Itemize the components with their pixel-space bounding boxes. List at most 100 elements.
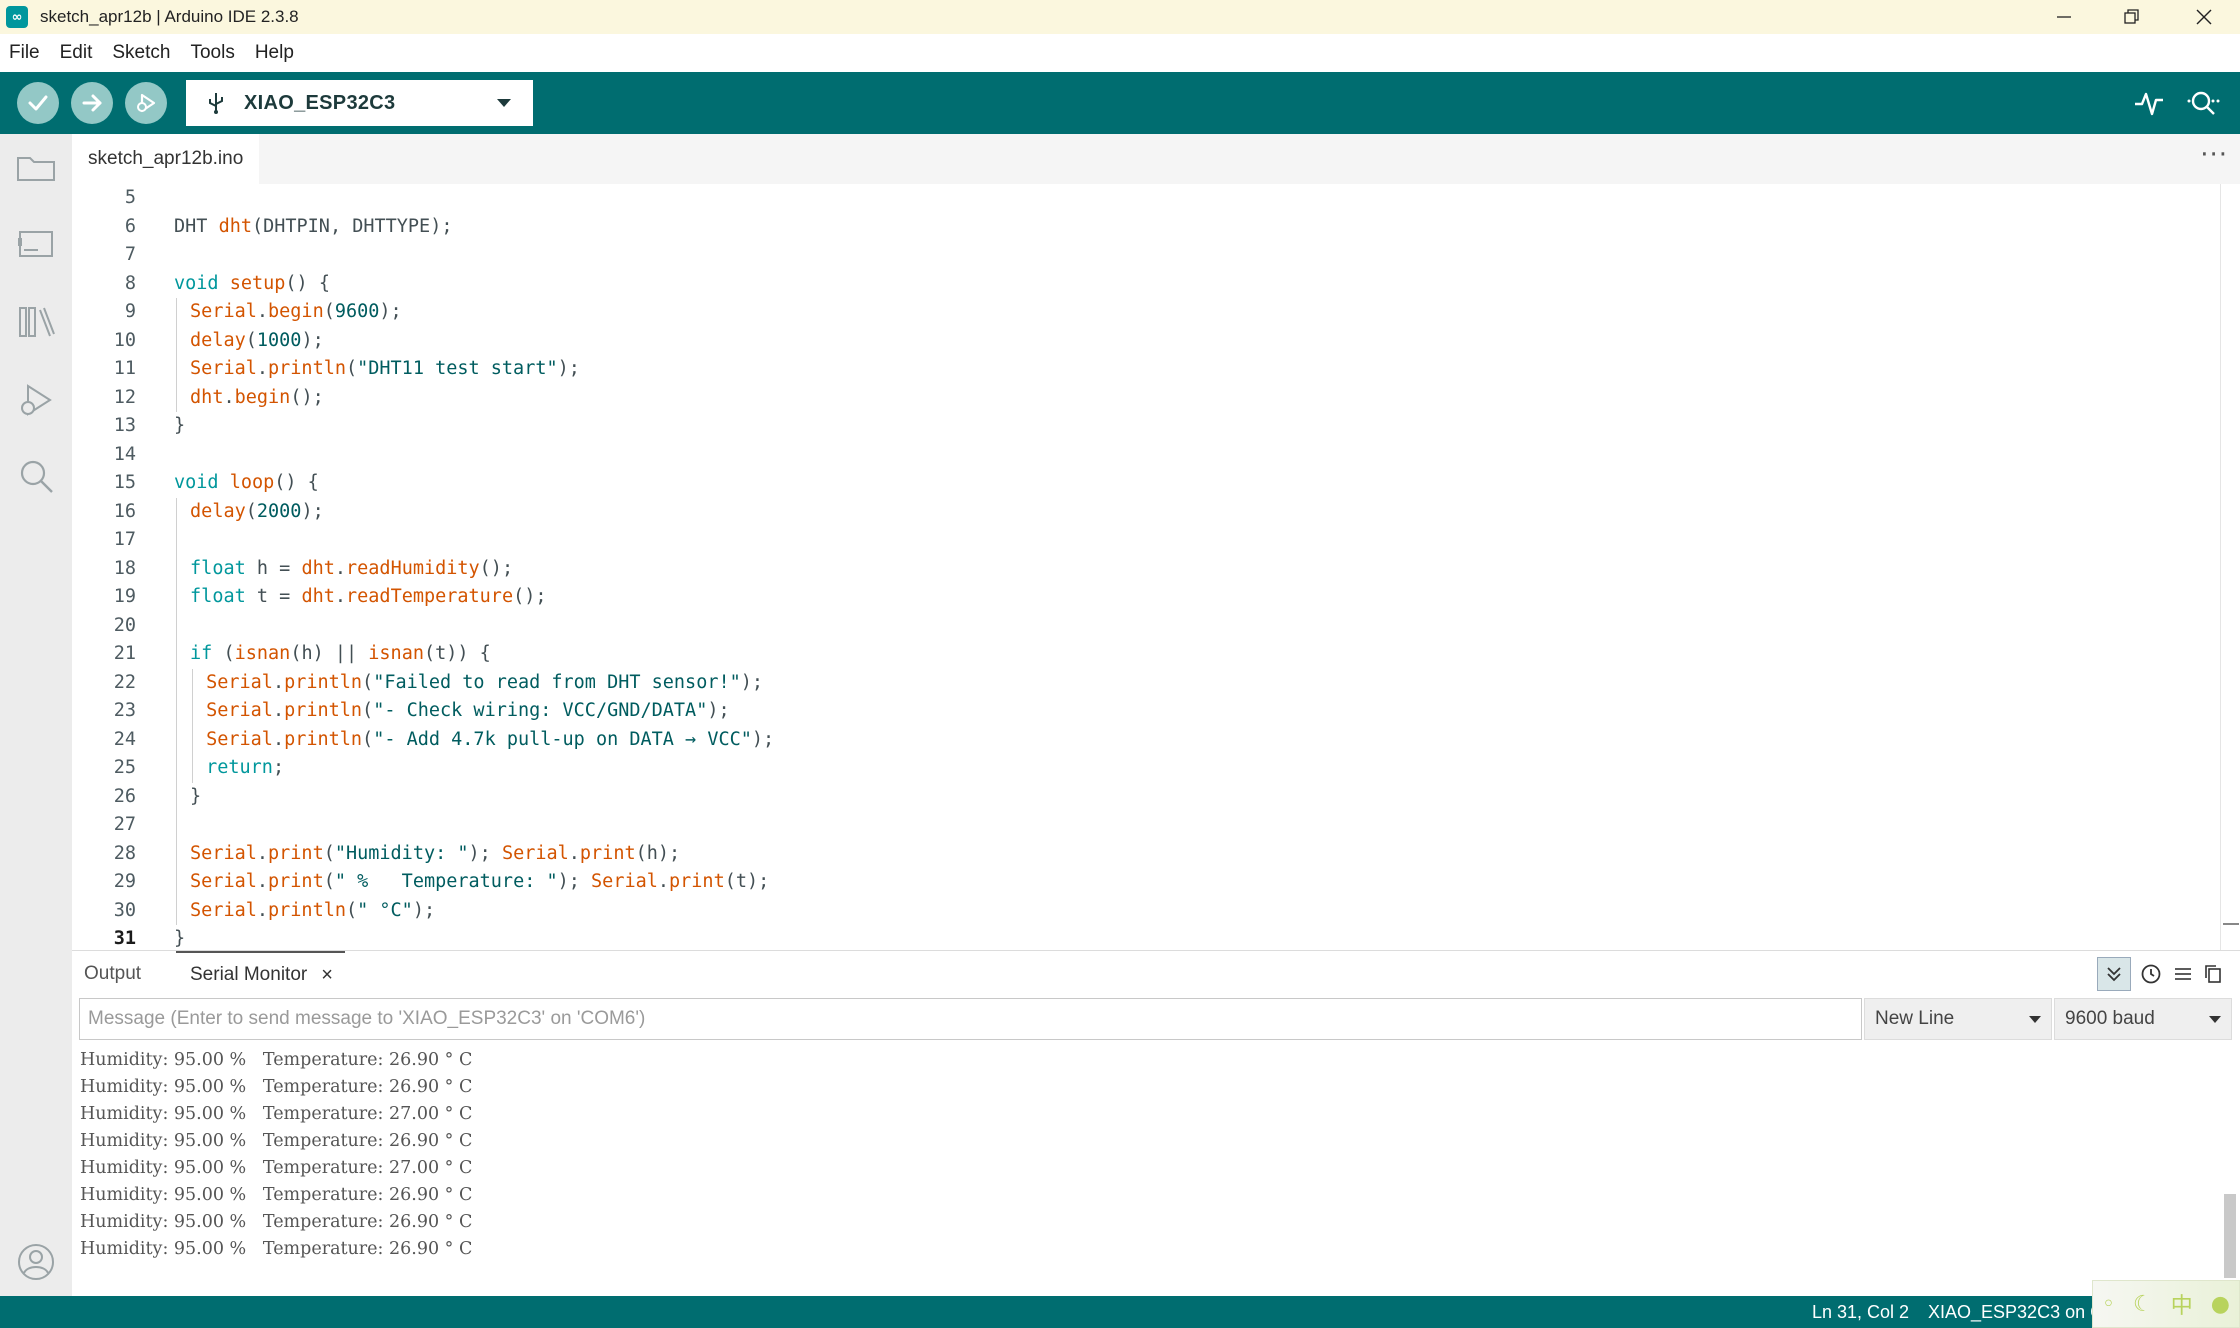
tab-serial-monitor[interactable]: Serial Monitor × — [176, 951, 345, 997]
copy-output-button[interactable] — [2196, 957, 2230, 991]
close-tab-icon[interactable]: × — [321, 964, 333, 987]
code-line[interactable]: 23 Serial.println("- Check wiring: VCC/GN… — [72, 697, 2222, 726]
code-editor[interactable]: 5 6 DHT dht(DHTPIN, DHTTYPE); 7 8 void setup(… — [72, 184, 2222, 950]
code-line[interactable]: 10 delay(1000); — [72, 327, 2222, 356]
line-number: 15 — [113, 472, 136, 493]
code-line[interactable]: 5 — [72, 184, 2222, 213]
code-line[interactable]: 22 Serial.println("Failed to read from DH… — [72, 669, 2222, 698]
code-token: Serial — [190, 358, 257, 379]
menu-file[interactable]: File — [9, 42, 40, 64]
verify-button[interactable] — [17, 82, 59, 124]
code-text: Serial.println(" °C"); — [190, 897, 435, 926]
code-line[interactable]: 30 Serial.println(" °C"); — [72, 897, 2222, 926]
code-line[interactable]: 26} — [72, 783, 2222, 812]
serial-monitor-icon[interactable] — [2186, 86, 2220, 120]
clear-output-button[interactable] — [2166, 957, 2200, 991]
baud-rate-select[interactable]: 9600 baud — [2054, 998, 2232, 1040]
upload-button[interactable] — [71, 82, 113, 124]
code-line[interactable]: 31} — [72, 925, 2222, 950]
code-token: ( — [245, 329, 257, 351]
code-line[interactable]: 19 float t = dht.readTemperature(); — [72, 583, 2222, 612]
serial-plotter-icon[interactable] — [2132, 86, 2166, 120]
code-line[interactable]: 15 void loop() { — [72, 469, 2222, 498]
code-text: void loop() { — [174, 469, 319, 498]
board-selector[interactable]: XIAO_ESP32C3 — [186, 80, 533, 126]
serial-line: Humidity: 95.00 % Temperature: 26.90 ° C — [80, 1050, 473, 1070]
code-line[interactable]: 11 Serial.println("DHT11 test start"); — [72, 355, 2222, 384]
code-line[interactable]: 27 — [72, 811, 2222, 840]
close-window-icon[interactable] — [2170, 0, 2238, 34]
code-line[interactable]: 29 Serial.print(" % Temperature: "); Seri… — [72, 868, 2222, 897]
code-token: ( — [362, 671, 374, 693]
menu-bar: File Edit Sketch Tools Help — [0, 34, 2240, 72]
code-line[interactable]: 20 — [72, 612, 2222, 641]
debug-sidebar-icon[interactable] — [14, 378, 58, 422]
serial-scrollbar[interactable] — [2220, 1042, 2240, 1296]
line-ending-select[interactable]: New Line — [1864, 998, 2052, 1040]
editor-scrollbar[interactable] — [2220, 184, 2240, 950]
code-token: delay — [190, 500, 246, 522]
code-line[interactable]: 14 — [72, 441, 2222, 470]
code-line[interactable]: 28 Serial.print("Humidity: "); Serial.pri… — [72, 840, 2222, 869]
serial-message-input[interactable] — [80, 999, 1861, 1039]
account-icon[interactable] — [14, 1240, 58, 1284]
code-token: print — [669, 871, 725, 892]
ime-skin-icon: ● — [2210, 1291, 2230, 1317]
code-line[interactable]: 25 return; — [72, 754, 2222, 783]
debug-button[interactable] — [125, 82, 167, 124]
code-line[interactable]: 16 delay(2000); — [72, 498, 2222, 527]
code-line[interactable]: 7 — [72, 241, 2222, 270]
serial-line: Humidity: 95.00 % Temperature: 26.90 ° C — [80, 1131, 473, 1151]
code-token: (DHTPIN, DHTTYPE); — [251, 215, 453, 237]
minimize-icon[interactable] — [2030, 0, 2098, 34]
serial-line: Humidity: 95.00 % Temperature: 26.90 ° C — [80, 1185, 473, 1205]
serial-output[interactable]: Humidity: 95.00 % Temperature: 26.90 ° C… — [72, 1042, 2220, 1296]
code-token: . — [272, 728, 285, 750]
code-text: float h = dht.readHumidity(); — [190, 555, 513, 584]
restore-icon[interactable] — [2098, 0, 2166, 34]
code-token: } — [174, 928, 186, 949]
indent-guide — [176, 668, 177, 697]
tab-output[interactable]: Output — [84, 951, 141, 997]
library-manager-icon[interactable] — [14, 300, 58, 344]
code-line[interactable]: 12 dht.begin(); — [72, 384, 2222, 413]
code-line[interactable]: 9 Serial.begin(9600); — [72, 298, 2222, 327]
indent-guide — [176, 383, 177, 412]
code-line[interactable]: 21 if (isnan(h) || isnan(t)) { — [72, 640, 2222, 669]
code-line[interactable]: 6 DHT dht(DHTPIN, DHTTYPE); — [72, 213, 2222, 242]
menu-help[interactable]: Help — [255, 42, 294, 64]
cursor-position[interactable]: Ln 31, Col 2 — [1812, 1296, 1909, 1328]
line-number: 8 — [124, 272, 136, 294]
code-line[interactable]: 24 Serial.println("- Add 4.7k pull-up on … — [72, 726, 2222, 755]
code-line[interactable]: 8 void setup() { — [72, 270, 2222, 299]
indent-guide — [176, 298, 177, 327]
board-port-status[interactable]: XIAO_ESP32C3 on CO — [1928, 1296, 2117, 1328]
code-token: } — [174, 415, 186, 436]
ime-toolbar[interactable]: ◦ ☾ 中 ● — [2092, 1280, 2240, 1328]
menu-edit[interactable]: Edit — [60, 42, 93, 64]
timestamp-toggle[interactable] — [2134, 957, 2168, 991]
sketchbook-folder-icon[interactable] — [14, 146, 58, 190]
code-token: ; — [272, 757, 285, 778]
code-text: if (isnan(h) || isnan(t)) { — [190, 640, 491, 669]
line-number: 13 — [113, 415, 136, 436]
boards-manager-icon[interactable] — [14, 222, 58, 266]
menu-sketch[interactable]: Sketch — [112, 42, 170, 64]
line-number: 20 — [113, 614, 136, 636]
code-token: ); — [412, 899, 436, 921]
scroll-thumb[interactable] — [2224, 1194, 2236, 1278]
menu-tools[interactable]: Tools — [190, 42, 234, 64]
search-icon[interactable] — [14, 454, 58, 498]
code-line[interactable]: 13} — [72, 412, 2222, 441]
code-token: readTemperature — [346, 586, 514, 607]
code-token: ( — [345, 358, 358, 379]
tab-sketch-file[interactable]: sketch_apr12b.ino — [72, 134, 260, 184]
code-line[interactable]: 17 — [72, 526, 2222, 555]
ime-chinese-mode[interactable]: 中 — [2171, 1288, 2193, 1320]
more-options-icon[interactable]: ··· — [2200, 140, 2228, 170]
autoscroll-toggle[interactable] — [2097, 957, 2131, 991]
code-line[interactable]: 18 float h = dht.readHumidity(); — [72, 555, 2222, 584]
line-number: 22 — [113, 671, 136, 693]
code-token: () { — [274, 472, 319, 493]
code-token: ); — [557, 358, 580, 379]
